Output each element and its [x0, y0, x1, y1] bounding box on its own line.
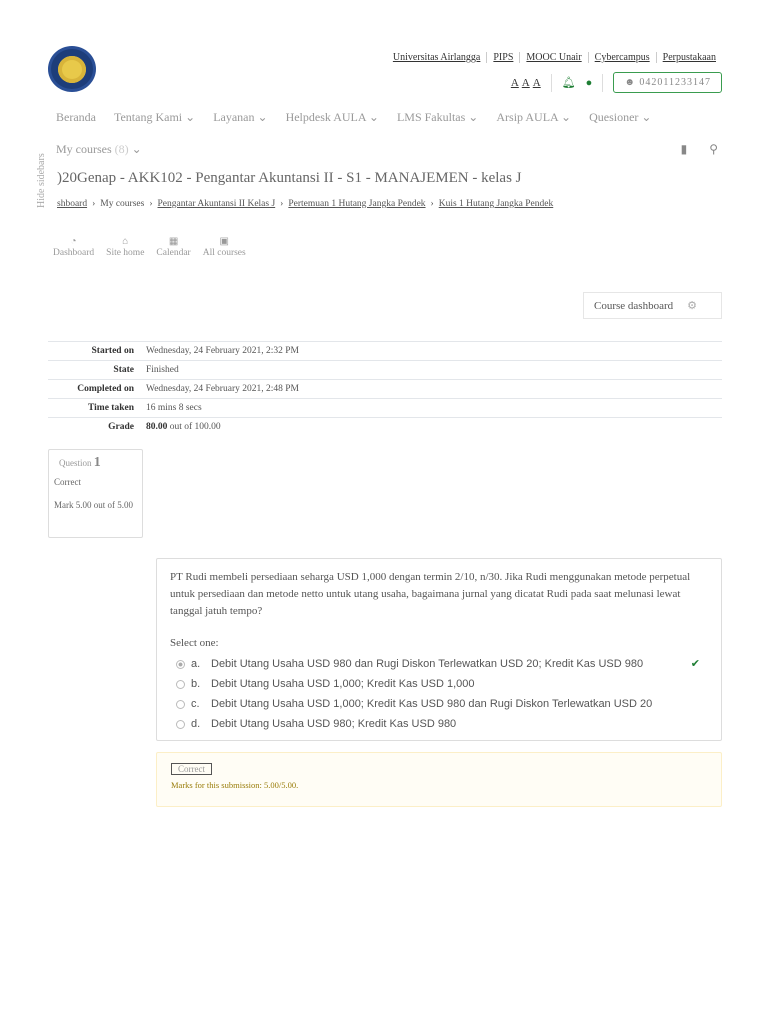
- question-text: PT Rudi membeli persediaan seharga USD 1…: [170, 571, 691, 617]
- radio-c[interactable]: [176, 699, 185, 709]
- row-value: 80.00 out of 100.00: [140, 417, 722, 437]
- nav-lms-fakultas[interactable]: LMS Fakultas ⌄: [397, 110, 478, 125]
- divider: [550, 73, 552, 92]
- link-cybercampus[interactable]: Cybercampus: [587, 52, 656, 63]
- radio-b[interactable]: [176, 679, 185, 689]
- breadcrumb-section[interactable]: Pertemuan 1 Hutang Jangka Pendek: [288, 199, 425, 209]
- user-icon: ☻: [624, 77, 640, 88]
- hide-sidebars-toggle[interactable]: Hide sidebars: [36, 153, 47, 208]
- check-icon: ✔: [690, 657, 700, 670]
- table-row: Started on Wednesday, 24 February 2021, 2…: [48, 341, 722, 361]
- row-value: Finished: [140, 360, 722, 380]
- row-value: Wednesday, 24 February 2021, 2:32 PM: [140, 341, 722, 361]
- select-one-prompt: Select one:: [170, 637, 219, 649]
- option-a[interactable]: a. Debit Utang Usaha USD 980 dan Rugi Dis…: [170, 654, 708, 674]
- gear-icon[interactable]: ⚙: [687, 299, 697, 312]
- bookmark-icon[interactable]: ▮: [681, 142, 688, 157]
- user-id: 042011233147: [639, 77, 711, 88]
- quick-calendar[interactable]: ▦ Calendar: [156, 236, 190, 258]
- font-size-large[interactable]: A: [533, 77, 541, 89]
- breadcrumb-course[interactable]: Pengantar Akuntansi II Kelas J: [158, 199, 276, 209]
- table-row: Completed on Wednesday, 24 February 2021,…: [48, 379, 722, 399]
- calendar-icon: ▦: [168, 236, 179, 247]
- page-title: )20Genap - AKK102 - Pengantar Akuntansi …: [57, 170, 522, 186]
- quick-links: ◔ Dashboard ⌂ Site home ▦ Calendar ▣ All cou…: [53, 236, 246, 258]
- row-label: Grade: [48, 417, 140, 437]
- quick-site-home[interactable]: ⌂ Site home: [106, 236, 144, 258]
- row-value: Wednesday, 24 February 2021, 2:48 PM: [140, 379, 722, 399]
- user-menu-button[interactable]: ☻ 042011233147: [613, 72, 722, 93]
- link-universitas-airlangga[interactable]: Universitas Airlangga: [387, 52, 486, 63]
- search-icon[interactable]: ⚲: [709, 142, 718, 157]
- row-label: Completed on: [48, 379, 140, 399]
- nav-arsip-aula[interactable]: Arsip AULA ⌄: [496, 110, 571, 125]
- university-logo[interactable]: [48, 46, 96, 92]
- nav-beranda[interactable]: Beranda: [56, 110, 96, 125]
- option-d[interactable]: d. Debit Utang Usaha USD 980; Kredit Kas …: [170, 714, 708, 734]
- nav-icons: ▮ ⚲: [681, 142, 718, 157]
- course-dashboard-label: Course dashboard: [594, 299, 674, 312]
- main-nav: Beranda Tentang Kami ⌄ Layanan ⌄ Helpdes…: [56, 110, 651, 125]
- table-row: Grade 80.00 out of 100.00: [48, 417, 722, 437]
- breadcrumb: shboard › My courses › Pengantar Akuntansi…: [57, 199, 554, 209]
- question-mark: Mark 5.00 out of 5.00: [54, 500, 133, 510]
- nav-quesioner[interactable]: Quesioner ⌄: [589, 110, 651, 125]
- attempt-summary-table: Started on Wednesday, 24 February 2021, 2…: [48, 341, 722, 437]
- radio-d[interactable]: [176, 719, 185, 729]
- table-row: Time taken 16 mins 8 secs: [48, 398, 722, 418]
- link-mooc-unair[interactable]: MOOC Unair: [519, 52, 587, 63]
- dashboard-icon: ◔: [70, 236, 77, 247]
- link-perpustakaan[interactable]: Perpustakaan: [655, 52, 722, 63]
- breadcrumb-my-courses: My courses: [100, 199, 145, 209]
- question-info: Question 1 Correct Mark 5.00 out of 5.00: [48, 449, 143, 538]
- home-icon: ⌂: [122, 236, 129, 247]
- quick-dashboard[interactable]: ◔ Dashboard: [53, 236, 94, 258]
- bell-icon[interactable]: 🔔︎: [562, 76, 576, 89]
- course-dashboard-button[interactable]: Course dashboard ⚙: [583, 292, 722, 319]
- question-number: Question 1: [59, 455, 101, 470]
- nav-my-courses[interactable]: My courses (8) ⌄: [56, 142, 142, 157]
- feedback-box: Correct Marks for this submission: 5.00/…: [156, 752, 722, 807]
- question-status: Correct: [54, 477, 81, 487]
- option-c[interactable]: c. Debit Utang Usaha USD 1,000; Kredit Ka…: [170, 694, 708, 714]
- nav-tentang-kami[interactable]: Tentang Kami ⌄: [114, 110, 195, 125]
- row-value: 16 mins 8 secs: [140, 398, 722, 418]
- option-b[interactable]: b. Debit Utang Usaha USD 1,000; Kredit Ka…: [170, 674, 708, 694]
- quick-all-courses[interactable]: ▣ All courses: [203, 236, 246, 258]
- divider: [602, 73, 604, 92]
- nav-layanan[interactable]: Layanan ⌄: [213, 110, 267, 125]
- nav-helpdesk-aula[interactable]: Helpdesk AULA ⌄: [286, 110, 379, 125]
- row-label: Started on: [48, 341, 140, 361]
- font-size-medium[interactable]: A: [522, 77, 530, 89]
- marks-for-submission: Marks for this submission: 5.00/5.00.: [171, 780, 299, 790]
- top-links: Universitas Airlangga PIPS MOOC Unair Cy…: [387, 52, 722, 63]
- row-label: State: [48, 360, 140, 380]
- chat-icon[interactable]: ●: [586, 77, 593, 89]
- breadcrumb-dashboard[interactable]: shboard: [57, 199, 87, 209]
- breadcrumb-quiz[interactable]: Kuis 1 Hutang Jangka Pendek: [439, 199, 554, 209]
- link-pips[interactable]: PIPS: [486, 52, 519, 63]
- correct-badge: Correct: [171, 763, 212, 775]
- header-tools: A A A 🔔︎ ● ☻ 042011233147: [511, 72, 722, 93]
- question-card: PT Rudi membeli persediaan seharga USD 1…: [156, 558, 722, 741]
- my-courses-count: (8): [114, 142, 129, 156]
- font-size-small[interactable]: A: [511, 77, 519, 89]
- row-label: Time taken: [48, 398, 140, 418]
- table-row: State Finished: [48, 360, 722, 380]
- radio-a[interactable]: [176, 659, 185, 669]
- book-icon: ▣: [219, 236, 229, 247]
